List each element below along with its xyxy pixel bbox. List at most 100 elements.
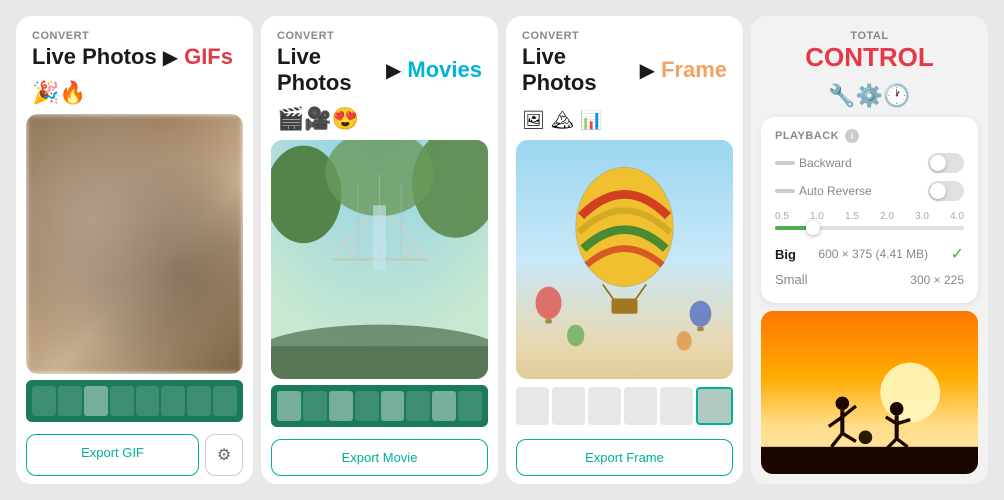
size-small-label: Small	[775, 272, 808, 287]
frame-strip	[516, 385, 733, 427]
movie-frame-3	[329, 391, 353, 421]
auto-reverse-toggle[interactable]	[928, 181, 964, 201]
movie-title-row: Live Photos ▶ Movies	[277, 44, 482, 96]
auto-reverse-dot	[775, 189, 795, 193]
filmstrip-frame-4	[110, 386, 134, 416]
movie-frame-2	[303, 391, 327, 421]
total-label: TOTAL	[767, 30, 972, 42]
movie-frame-5	[381, 391, 405, 421]
movie-scene-image	[271, 140, 488, 379]
info-icon[interactable]: i	[845, 129, 859, 143]
frame-thumb-4[interactable]	[624, 387, 657, 425]
movie-image	[271, 140, 488, 379]
filmstrip-frame-6	[161, 386, 185, 416]
total-header: TOTAL CONTROL	[751, 16, 988, 79]
check-icon: ✓	[951, 244, 964, 264]
slider-label-4: 3.0	[915, 211, 929, 222]
movie-frame-7	[432, 391, 456, 421]
size-big-label: Big	[775, 247, 796, 262]
gif-panel-header: CONVERT Live Photos ▶ GIFs	[16, 16, 253, 76]
total-icons: 🔧⚙️🕐	[751, 79, 988, 117]
filmstrip-frame-3	[84, 386, 108, 416]
frame-thumb-2[interactable]	[552, 387, 585, 425]
slider-label-5: 4.0	[950, 211, 964, 222]
slider-thumb[interactable]	[806, 221, 820, 235]
gif-button-row: Export GIF ⚙	[26, 434, 243, 476]
size-small-dims: 300 × 225	[910, 273, 964, 287]
silhouette-svg	[761, 311, 978, 474]
movie-title-live: Live Photos	[277, 44, 380, 96]
gif-title-live: Live Photos	[32, 44, 157, 70]
frame-thumb-6[interactable]	[696, 387, 733, 425]
frame-title-row: Live Photos ▶ Frame	[522, 44, 727, 96]
playback-title: PLAYBACK	[775, 130, 839, 142]
movie-panel: CONVERT Live Photos ▶ Movies 🎬🎥😍	[261, 16, 498, 484]
gif-filmstrip	[26, 380, 243, 422]
backward-toggle[interactable]	[928, 153, 964, 173]
backward-toggle-row: Backward	[775, 153, 964, 173]
filmstrip-frame-8	[213, 386, 237, 416]
gif-icons: 🎉🔥	[16, 76, 253, 114]
settings-button[interactable]: ⚙	[205, 434, 243, 476]
frame-panel: CONVERT Live Photos ▶ Frame 🖼 🏔 📊	[506, 16, 743, 484]
size-big-row[interactable]: Big 600 × 375 (4.41 MB) ✓	[775, 240, 964, 268]
gif-scene-image	[26, 114, 243, 374]
movie-title-target: Movies	[407, 57, 482, 83]
movie-frame-1	[277, 391, 301, 421]
total-title: CONTROL	[767, 42, 972, 73]
filmstrip-frame-2	[58, 386, 82, 416]
backward-dot	[775, 161, 795, 165]
gif-title-row: Live Photos ▶ GIFs	[32, 44, 237, 70]
movie-scene-svg	[271, 140, 488, 379]
export-frame-button[interactable]: Export Frame	[516, 439, 733, 476]
auto-reverse-label: Auto Reverse	[775, 184, 872, 198]
frame-title-target: Frame	[661, 57, 727, 83]
control-panel: TOTAL CONTROL 🔧⚙️🕐 PLAYBACK i Backward A…	[751, 16, 988, 484]
export-gif-button[interactable]: Export GIF	[26, 434, 199, 476]
panels-container: CONVERT Live Photos ▶ GIFs 🎉🔥 Export GIF…	[0, 0, 1004, 500]
frame-thumb-1[interactable]	[516, 387, 549, 425]
movie-convert-label: CONVERT	[277, 30, 482, 42]
movie-frame-8	[458, 391, 482, 421]
frame-title-live: Live Photos	[522, 44, 634, 96]
size-small-row[interactable]: Small 300 × 225	[775, 268, 964, 291]
auto-reverse-toggle-row: Auto Reverse	[775, 181, 964, 201]
frame-image	[516, 140, 733, 379]
movie-icons: 🎬🎥😍	[261, 102, 498, 140]
slider-label-3: 2.0	[880, 211, 894, 222]
frame-icon-1: 🖼	[522, 110, 545, 130]
slider-label-2: 1.5	[845, 211, 859, 222]
size-options: Big 600 × 375 (4.41 MB) ✓ Small 300 × 22…	[775, 240, 964, 291]
size-big-dims: 600 × 375 (4.41 MB)	[818, 247, 928, 261]
export-movie-button[interactable]: Export Movie	[271, 439, 488, 476]
filmstrip-frame-1	[32, 386, 56, 416]
frame-icon-2: 🏔	[551, 110, 574, 130]
frame-convert-label: CONVERT	[522, 30, 727, 42]
movie-frame-6	[406, 391, 430, 421]
silhouette-scene	[761, 311, 978, 474]
speed-slider-track[interactable]	[775, 226, 964, 230]
gif-convert-label: CONVERT	[32, 30, 237, 42]
gif-panel: CONVERT Live Photos ▶ GIFs 🎉🔥 Export GIF…	[16, 16, 253, 484]
filmstrip-frame-7	[187, 386, 211, 416]
frame-icons: 🖼 🏔 📊	[506, 102, 743, 140]
balloon-scene-image	[516, 140, 733, 379]
playback-card: PLAYBACK i Backward Auto Reverse	[761, 117, 978, 303]
movie-button-row: Export Movie	[271, 439, 488, 476]
speed-slider-section: 0.5 1.0 1.5 2.0 3.0 4.0	[775, 211, 964, 230]
frame-panel-header: CONVERT Live Photos ▶ Frame	[506, 16, 743, 102]
backward-label: Backward	[775, 156, 852, 170]
frame-arrow: ▶	[640, 58, 655, 83]
frame-icon-3: 📊	[580, 110, 602, 130]
slider-labels: 0.5 1.0 1.5 2.0 3.0 4.0	[775, 211, 964, 222]
movie-frame-4	[355, 391, 379, 421]
control-bottom-image	[761, 311, 978, 474]
playback-header: PLAYBACK i	[775, 129, 964, 143]
movie-panel-header: CONVERT Live Photos ▶ Movies	[261, 16, 498, 102]
frame-thumb-3[interactable]	[588, 387, 621, 425]
gif-title-target: GIFs	[184, 44, 233, 70]
movie-arrow: ▶	[386, 58, 401, 83]
slider-label-0: 0.5	[775, 211, 789, 222]
balloon-svg	[516, 140, 733, 379]
frame-thumb-5[interactable]	[660, 387, 693, 425]
